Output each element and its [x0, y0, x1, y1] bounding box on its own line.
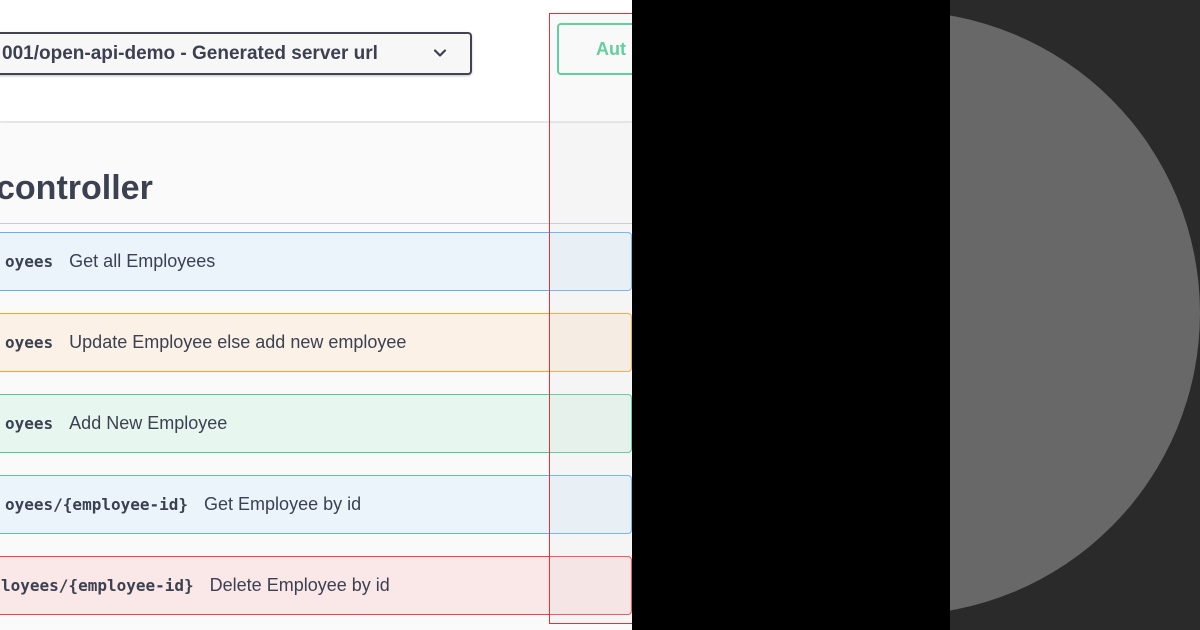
- operation-delete-employee-by-id[interactable]: loyees/{employee-id} Delete Employee by …: [0, 556, 632, 615]
- operation-summary: Update Employee else add new employee: [69, 332, 407, 352]
- operation-path: oyees: [5, 414, 54, 433]
- server-select-value: 001/open-api-demo - Generated server url: [2, 42, 378, 64]
- operation-summary: Get Employee by id: [204, 494, 362, 514]
- operations-area: controller oyees Get all Employees oyees…: [0, 123, 632, 630]
- operation-summary: Add New Employee: [69, 413, 228, 433]
- tag-title[interactable]: controller: [0, 169, 153, 208]
- server-select[interactable]: 001/open-api-demo - Generated server url: [0, 32, 472, 75]
- chevron-down-icon: [433, 49, 447, 57]
- circle-graphic: [950, 15, 1200, 611]
- operation-get-employee-by-id[interactable]: oyees/{employee-id} Get Employee by id: [0, 475, 632, 534]
- authorize-button[interactable]: Aut: [557, 23, 632, 75]
- dark-panel: [950, 0, 1200, 630]
- black-panel: [632, 0, 950, 630]
- operation-get-employees[interactable]: oyees Get all Employees: [0, 232, 632, 291]
- swagger-ui-panel: 001/open-api-demo - Generated server url…: [0, 0, 632, 630]
- operation-put-employees[interactable]: oyees Update Employee else add new emplo…: [0, 313, 632, 372]
- operation-path: oyees: [5, 252, 54, 271]
- operation-post-employees[interactable]: oyees Add New Employee: [0, 394, 632, 453]
- operation-path: loyees/{employee-id}: [1, 576, 194, 595]
- operation-summary: Delete Employee by id: [209, 575, 390, 595]
- operation-path: oyees/{employee-id}: [5, 495, 189, 514]
- operation-path: oyees: [5, 333, 54, 352]
- operation-summary: Get all Employees: [69, 251, 216, 271]
- tag-divider: [0, 223, 632, 224]
- circle-shape: [950, 15, 1200, 611]
- servers-bar: 001/open-api-demo - Generated server url…: [0, 0, 632, 122]
